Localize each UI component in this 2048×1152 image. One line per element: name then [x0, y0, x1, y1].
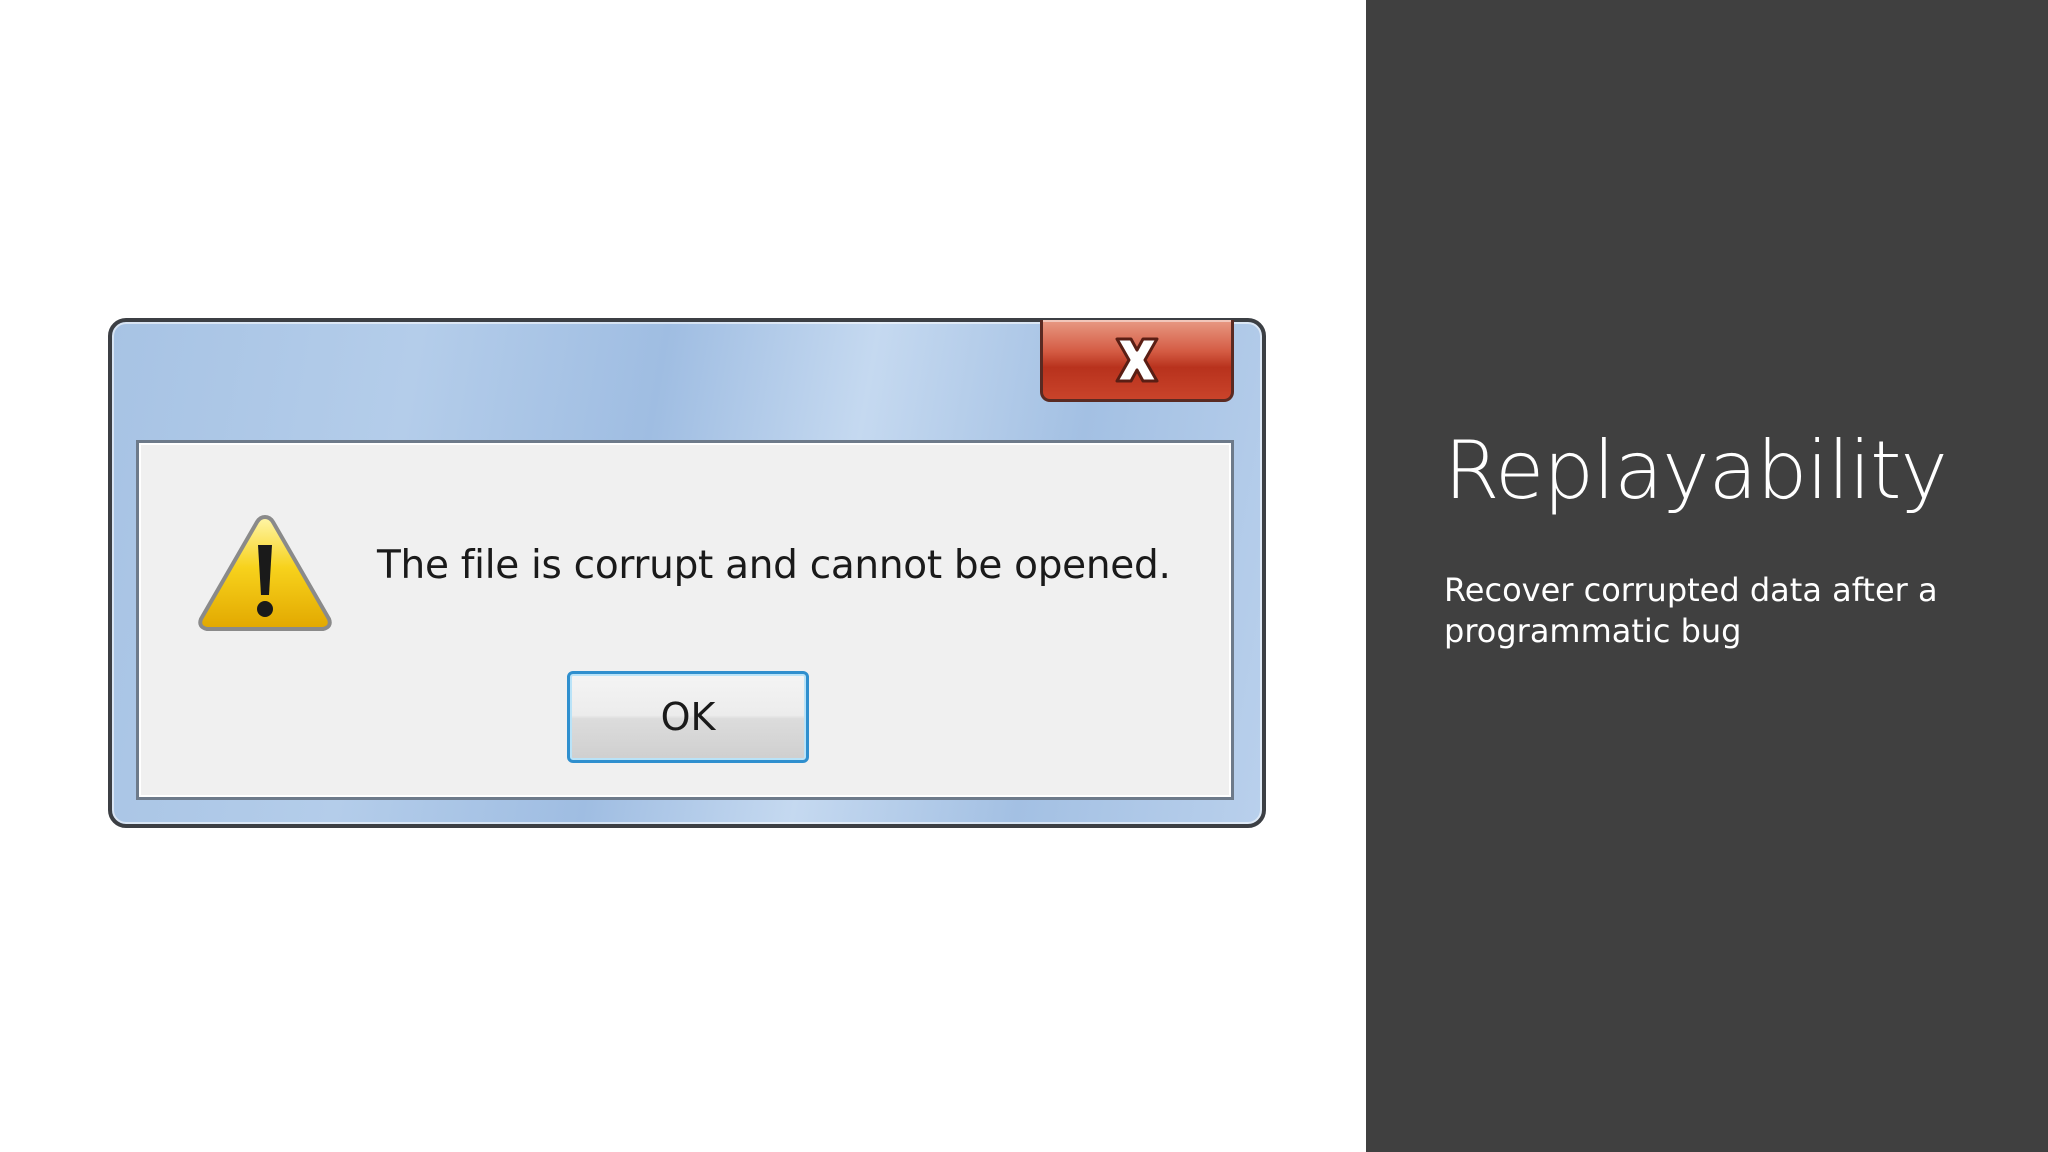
- close-button[interactable]: [1040, 320, 1234, 402]
- warning-icon: [198, 515, 332, 631]
- slide-subtitle: Recover corrupted data after a programma…: [1444, 571, 1938, 650]
- slide-title: Replayability: [1444, 424, 1948, 517]
- slide-image-area: The file is corrupt and cannot be opened…: [0, 0, 1366, 1152]
- close-x-icon: [1115, 337, 1159, 382]
- slide: The file is corrupt and cannot be opened…: [0, 0, 2048, 1152]
- ok-button[interactable]: OK: [567, 671, 809, 763]
- dialog-message: The file is corrupt and cannot be opened…: [377, 543, 1171, 588]
- error-dialog: The file is corrupt and cannot be opened…: [108, 318, 1266, 828]
- dialog-content: The file is corrupt and cannot be opened…: [136, 440, 1234, 800]
